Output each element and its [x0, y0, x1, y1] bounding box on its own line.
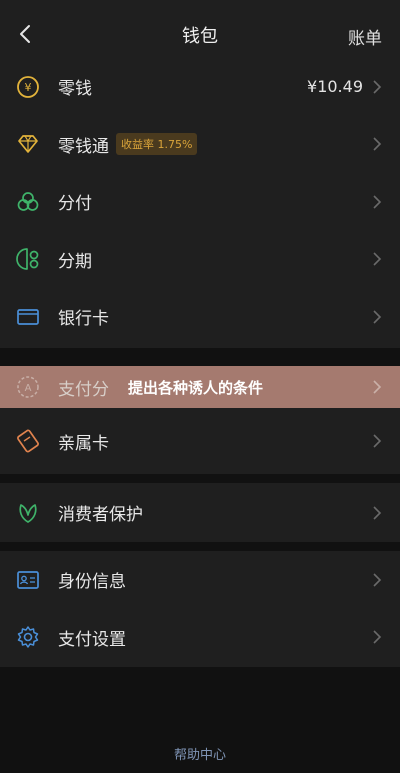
chevron-right-icon: [373, 573, 382, 587]
row-family-card[interactable]: 亲属卡: [0, 408, 400, 474]
row-change[interactable]: ¥ 零钱 ¥10.49: [0, 58, 400, 116]
bank-card-icon: [17, 308, 39, 325]
row-family-card-label: 亲属卡: [58, 433, 109, 454]
chevron-right-icon: [373, 630, 382, 644]
score-icon: A: [17, 376, 39, 398]
leaf-shield-icon: [19, 503, 37, 523]
diamond-icon: [18, 135, 38, 154]
id-card-icon: [17, 570, 39, 589]
bill-link[interactable]: 账单: [348, 24, 382, 49]
row-change-label: 零钱: [58, 79, 92, 100]
chevron-right-icon: [373, 137, 382, 151]
row-bank-card[interactable]: 银行卡: [0, 288, 400, 346]
chevron-right-icon: [373, 310, 382, 324]
settings-group: 身份信息 支付设置: [0, 551, 400, 667]
svg-text:¥: ¥: [25, 81, 32, 94]
row-fenfu-label: 分付: [58, 194, 92, 215]
chevron-right-icon: [373, 505, 382, 520]
family-card-group: 亲属卡: [0, 408, 400, 474]
page-title: 钱包: [182, 26, 218, 47]
row-consumer-protection[interactable]: 消费者保护: [0, 483, 400, 542]
row-change-pass-label: 零钱通: [58, 136, 109, 157]
row-installment-label: 分期: [58, 251, 92, 272]
row-change-pass[interactable]: 零钱通 收益率 1.75%: [0, 116, 400, 174]
chevron-right-icon: [373, 80, 382, 94]
pay-score-label: 支付分: [58, 380, 109, 400]
wallet-main-group: ¥ 零钱 ¥10.49 零钱通 收益率 1.75% 分付 分期 银行卡: [0, 58, 400, 348]
svg-text:A: A: [25, 383, 32, 394]
chevron-right-icon: [373, 195, 382, 209]
gear-icon: [17, 626, 39, 648]
chevron-right-icon: [373, 380, 382, 394]
clover-icon: [17, 191, 39, 211]
chevron-right-icon: [373, 252, 382, 266]
row-payment-settings-label: 支付设置: [58, 629, 126, 650]
row-bank-card-label: 银行卡: [58, 309, 109, 330]
yield-badge: 收益率 1.75%: [116, 133, 198, 156]
installment-icon: [16, 248, 39, 271]
row-fenfu[interactable]: 分付: [0, 173, 400, 231]
row-identity-info[interactable]: 身份信息: [0, 551, 400, 609]
help-center-link[interactable]: 帮助中心: [0, 744, 400, 763]
row-payment-settings[interactable]: 支付设置: [0, 609, 400, 667]
row-installment[interactable]: 分期: [0, 231, 400, 289]
row-identity-info-label: 身份信息: [58, 572, 126, 593]
chevron-right-icon: [373, 434, 382, 448]
consumer-protection-group: 消费者保护: [0, 483, 400, 542]
row-consumer-protection-label: 消费者保护: [58, 505, 143, 525]
family-card-icon: [17, 429, 39, 453]
balance-value: ¥10.49: [307, 77, 363, 97]
coin-icon: ¥: [17, 75, 39, 98]
overlay-caption: 提出各种诱人的条件: [128, 379, 264, 397]
